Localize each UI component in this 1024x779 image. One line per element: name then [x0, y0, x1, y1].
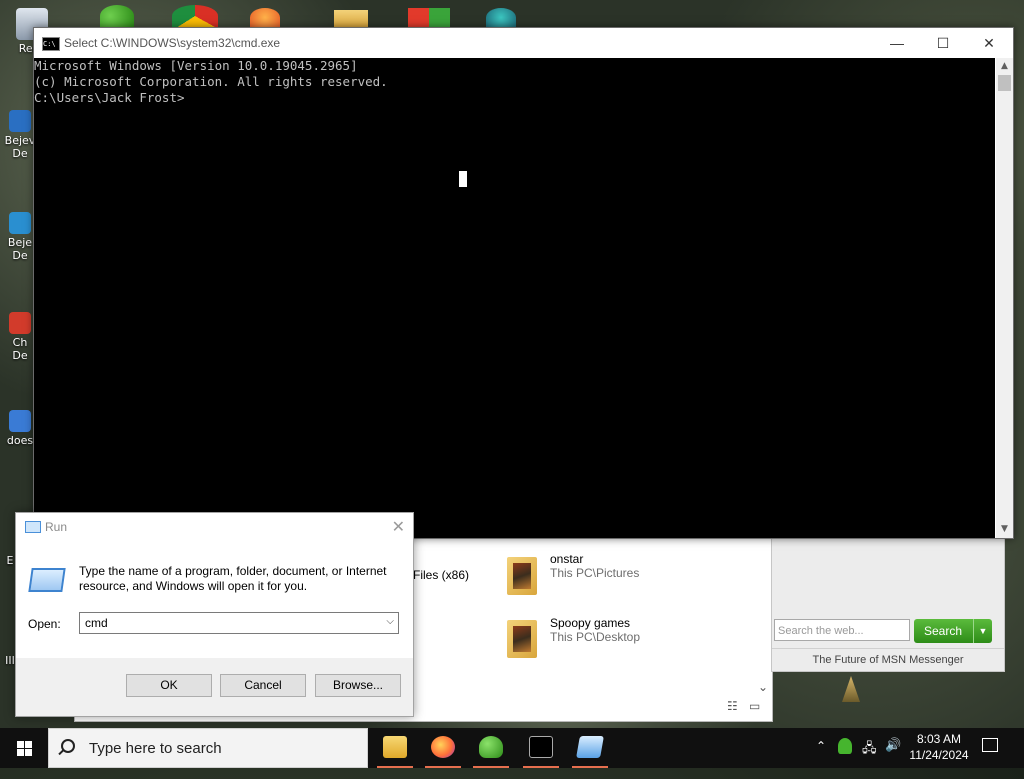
- chevron-down-icon[interactable]: ⌄: [758, 680, 768, 694]
- details-view-icon[interactable]: ☷: [727, 699, 738, 713]
- item-name: onstar: [550, 552, 584, 566]
- scroll-down-arrow-icon[interactable]: ▼: [996, 521, 1013, 538]
- taskbar-file-explorer[interactable]: [371, 728, 419, 768]
- cmd-title-bar[interactable]: C:\ Select C:\WINDOWS\system32\cmd.exe —…: [34, 28, 1013, 58]
- run-open-input[interactable]: [80, 613, 375, 633]
- taskbar-search-placeholder: Type here to search: [89, 740, 222, 757]
- taskbar-search-box[interactable]: Type here to search: [48, 728, 368, 768]
- firefox-icon: [431, 736, 455, 758]
- chevron-down-icon[interactable]: ▼: [973, 619, 992, 643]
- show-hidden-icons-chevron-icon[interactable]: ⌃: [816, 739, 826, 779]
- scrollbar-thumb[interactable]: [998, 75, 1011, 91]
- clock-time: 8:03 AM: [916, 732, 962, 746]
- taskbar-run[interactable]: [566, 728, 614, 768]
- clock-date: 11/24/2024: [909, 748, 969, 762]
- folder-spoopy-games-icon[interactable]: [507, 620, 537, 658]
- msn-footer-link[interactable]: The Future of MSN Messenger: [772, 648, 1004, 671]
- msn-search-button[interactable]: Search ▼: [914, 619, 992, 643]
- ok-button[interactable]: OK: [126, 674, 212, 697]
- msn-messenger-panel: Search the web... Search ▼ The Future of…: [771, 537, 1005, 672]
- chevron-down-icon[interactable]: ⌵: [386, 616, 394, 627]
- messenger-status-icon[interactable]: [838, 738, 854, 756]
- volume-icon[interactable]: 🔊: [885, 738, 901, 778]
- messenger-buddy-icon: [479, 736, 503, 758]
- minimize-button[interactable]: —: [874, 28, 920, 58]
- folder-icon: [383, 736, 407, 758]
- close-button[interactable]: ✕: [966, 28, 1012, 58]
- search-icon: [61, 739, 75, 753]
- cmd-vertical-scrollbar[interactable]: ▲ ▼: [996, 58, 1013, 538]
- console-line: Microsoft Windows [Version 10.0.19045.29…: [34, 58, 358, 73]
- desktop-icon-messenger[interactable]: [100, 5, 134, 27]
- taskbar-cmd[interactable]: [517, 728, 565, 768]
- text-cursor: [459, 171, 467, 187]
- desktop-icon-character[interactable]: [486, 8, 516, 27]
- close-icon[interactable]: ✕: [392, 517, 405, 537]
- item-path: This PC\Pictures: [550, 566, 640, 580]
- thumbnail-view-icon[interactable]: ▭: [749, 699, 760, 713]
- notification-center-icon[interactable]: [982, 738, 998, 752]
- maximize-button[interactable]: ☐: [920, 28, 966, 58]
- run-app-icon: [25, 521, 41, 533]
- item-name: Spoopy games: [550, 616, 631, 630]
- recent-item-spoopy-games[interactable]: Spoopy games This PC\Desktop: [550, 616, 640, 644]
- desktop-icon-shield[interactable]: [408, 8, 450, 27]
- terminal-icon: [529, 736, 553, 758]
- cmd-window-title: Select C:\WINDOWS\system32\cmd.exe: [64, 36, 281, 50]
- desktop-icon-chrome[interactable]: [172, 5, 218, 27]
- partial-program-files-label: Files (x86): [413, 568, 470, 582]
- network-icon[interactable]: 🖧: [862, 739, 877, 779]
- item-path: This PC\Desktop: [550, 630, 641, 644]
- console-line: (c) Microsoft Corporation. All rights re…: [34, 74, 388, 89]
- msn-search-button-label: Search: [923, 624, 963, 638]
- run-description: Type the name of a program, folder, docu…: [79, 564, 387, 593]
- desktop-icon-firefox[interactable]: [250, 8, 280, 27]
- taskbar-messenger[interactable]: [467, 728, 515, 768]
- run-open-combobox[interactable]: ⌵: [79, 612, 399, 634]
- run-window-icon: [576, 736, 604, 758]
- msn-web-search-input[interactable]: Search the web...: [774, 619, 910, 641]
- run-button-bar: OK Cancel Browse...: [16, 658, 413, 716]
- start-button[interactable]: [0, 728, 48, 768]
- run-title-bar[interactable]: Run ✕: [16, 513, 413, 541]
- folder-onstar-icon[interactable]: [507, 557, 537, 595]
- recent-item-onstar[interactable]: onstar This PC\Pictures: [550, 552, 639, 580]
- browse-button[interactable]: Browse...: [315, 674, 401, 697]
- game-shortcut-icon: [9, 312, 31, 334]
- shortcut-icon: [9, 410, 31, 432]
- run-dialog-title: Run: [45, 520, 68, 534]
- console-prompt: C:\Users\Jack Frost>: [34, 90, 185, 105]
- game-shortcut-icon: [9, 110, 31, 132]
- system-clock[interactable]: 8:03 AM 11/24/2024: [905, 731, 973, 763]
- taskbar-firefox[interactable]: [419, 728, 467, 768]
- game-shortcut-icon: [9, 212, 31, 234]
- run-open-label: Open:: [28, 617, 61, 631]
- run-program-icon: [28, 568, 66, 592]
- scroll-up-arrow-icon[interactable]: ▲: [996, 58, 1013, 75]
- cmd-app-icon: C:\: [42, 37, 60, 51]
- cancel-button[interactable]: Cancel: [220, 674, 306, 697]
- cmd-console-output[interactable]: Microsoft Windows [Version 10.0.19045.29…: [34, 58, 995, 538]
- cmd-window[interactable]: C:\ Select C:\WINDOWS\system32\cmd.exe —…: [33, 27, 1014, 539]
- desktop-icon-folder[interactable]: [334, 10, 368, 27]
- taskbar: Type here to search ⌃ 🖧 🔊 8:03 AM 11/24/…: [0, 728, 1024, 768]
- run-dialog-body: Type the name of a program, folder, docu…: [16, 541, 413, 658]
- windows-logo-icon: [17, 741, 32, 756]
- run-dialog[interactable]: Run ✕ Type the name of a program, folder…: [15, 512, 414, 717]
